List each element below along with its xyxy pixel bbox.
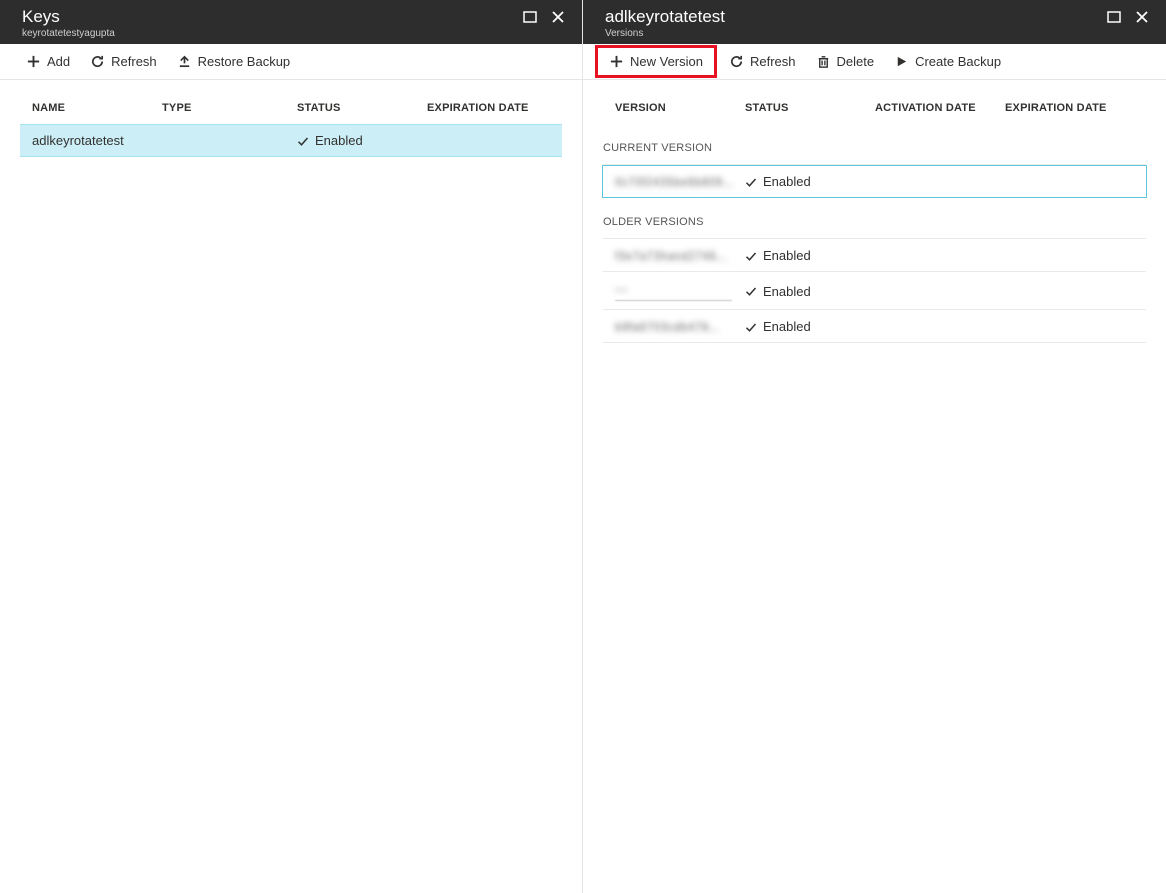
blade-title-left: Keys — [22, 7, 115, 27]
blade-header-right: adlkeyrotatetest Versions — [583, 0, 1166, 44]
keys-blade: Keys keyrotatetestyagupta Add Refresh Re… — [0, 0, 583, 893]
restore-label: Restore Backup — [198, 54, 291, 69]
delete-label: Delete — [837, 54, 875, 69]
delete-button[interactable]: Delete — [808, 50, 883, 73]
key-row[interactable]: adlkeyrotatetest Enabled — [20, 124, 562, 157]
keys-content: NAME TYPE STATUS EXPIRATION DATE adlkeyr… — [0, 80, 582, 893]
version-status-text: Enabled — [763, 248, 811, 263]
key-name: adlkeyrotatetest — [32, 133, 162, 148]
restore-icon — [177, 54, 192, 69]
close-icon[interactable] — [1134, 9, 1150, 25]
check-icon — [297, 135, 309, 147]
blade-subtitle-left: keyrotatetestyagupta — [22, 28, 115, 39]
refresh-label-right: Refresh — [750, 54, 796, 69]
blade-title-right: adlkeyrotatetest — [605, 7, 725, 27]
version-status: Enabled — [745, 319, 875, 334]
older-version-row[interactable]: f3e7a73hand2746... Enabled — [603, 239, 1146, 272]
refresh-button-left[interactable]: Refresh — [82, 50, 165, 73]
maximize-icon[interactable] — [522, 9, 538, 25]
add-label: Add — [47, 54, 70, 69]
restore-backup-button[interactable]: Restore Backup — [169, 50, 299, 73]
create-backup-label: Create Backup — [915, 54, 1001, 69]
version-status: Enabled — [745, 284, 875, 299]
versions-column-headers: VERSION STATUS ACTIVATION DATE EXPIRATIO… — [603, 80, 1146, 124]
version-id: b9fa6703cdb478... — [615, 319, 745, 334]
version-status-text: Enabled — [763, 319, 811, 334]
col-status-right: STATUS — [745, 102, 875, 114]
blade-header-left: Keys keyrotatetestyagupta — [0, 0, 582, 44]
blade-subtitle-right: Versions — [605, 28, 725, 39]
version-status: Enabled — [745, 174, 875, 189]
check-icon — [745, 321, 757, 333]
check-icon — [745, 176, 757, 188]
refresh-icon — [90, 54, 105, 69]
version-id: 0c70f2435be6b809... — [615, 174, 745, 189]
refresh-button-right[interactable]: Refresh — [721, 50, 804, 73]
col-version: VERSION — [615, 102, 745, 114]
older-versions-label: OLDER VERSIONS — [603, 198, 1146, 238]
col-name: NAME — [32, 102, 162, 114]
version-status-text: Enabled — [763, 284, 811, 299]
current-version-row[interactable]: 0c70f2435be6b809... Enabled — [602, 165, 1147, 198]
maximize-icon[interactable] — [1106, 9, 1122, 25]
close-icon[interactable] — [550, 9, 566, 25]
refresh-icon — [729, 54, 744, 69]
plus-icon — [609, 54, 624, 69]
trash-icon — [816, 54, 831, 69]
check-icon — [745, 285, 757, 297]
col-expiration: EXPIRATION DATE — [427, 102, 557, 114]
key-status-text: Enabled — [315, 133, 363, 148]
new-version-label: New Version — [630, 54, 703, 69]
version-status-text: Enabled — [763, 174, 811, 189]
col-type: TYPE — [162, 102, 297, 114]
versions-blade: adlkeyrotatetest Versions New Version Re… — [583, 0, 1166, 893]
older-version-row[interactable]: b9fa6703cdb478... Enabled — [603, 310, 1146, 343]
highlight-new-version: New Version — [595, 45, 717, 78]
version-id: — — [615, 281, 745, 301]
refresh-label-left: Refresh — [111, 54, 157, 69]
keys-column-headers: NAME TYPE STATUS EXPIRATION DATE — [20, 80, 562, 124]
version-status: Enabled — [745, 248, 875, 263]
older-version-row[interactable]: — Enabled — [603, 272, 1146, 310]
col-expiration-right: EXPIRATION DATE — [1005, 102, 1125, 114]
plus-icon — [26, 54, 41, 69]
check-icon — [745, 250, 757, 262]
col-activation: ACTIVATION DATE — [875, 102, 1005, 114]
new-version-button[interactable]: New Version — [601, 50, 711, 73]
col-status: STATUS — [297, 102, 427, 114]
current-version-label: CURRENT VERSION — [603, 124, 1146, 164]
play-icon — [894, 54, 909, 69]
versions-content: VERSION STATUS ACTIVATION DATE EXPIRATIO… — [583, 80, 1166, 893]
version-id: f3e7a73hand2746... — [615, 248, 745, 263]
toolbar-left: Add Refresh Restore Backup — [0, 44, 582, 80]
create-backup-button[interactable]: Create Backup — [886, 50, 1009, 73]
key-status: Enabled — [297, 133, 427, 148]
toolbar-right: New Version Refresh Delete Create Backup — [583, 44, 1166, 80]
add-button[interactable]: Add — [18, 50, 78, 73]
